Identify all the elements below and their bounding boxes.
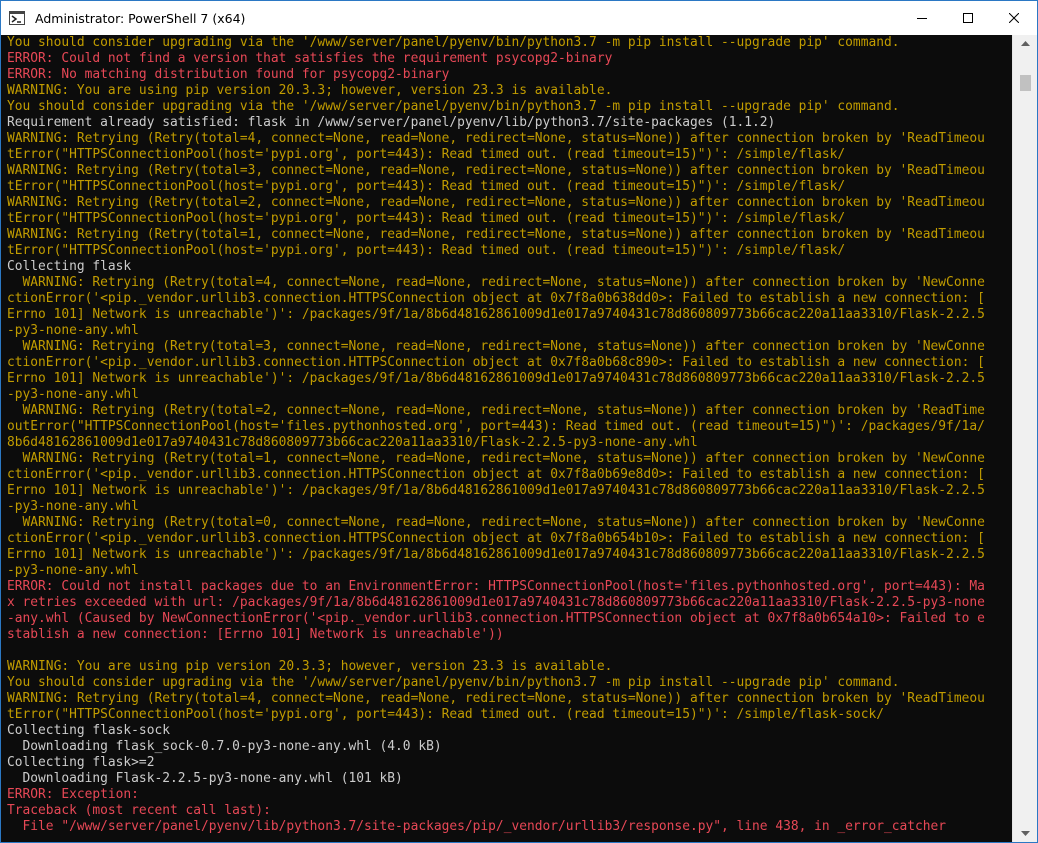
- scroll-up-arrow-icon: [1020, 41, 1030, 46]
- console-line: outError("HTTPSConnectionPool(host='file…: [7, 419, 985, 434]
- console-line: tError("HTTPSConnectionPool(host='pypi.o…: [7, 243, 846, 258]
- maximize-button[interactable]: [945, 1, 991, 35]
- scroll-up-button[interactable]: [1013, 35, 1037, 52]
- console-line: Traceback (most recent call last):: [7, 803, 271, 818]
- console-line: Downloading Flask-2.2.5-py3-none-any.whl…: [7, 771, 403, 786]
- console-line: ERROR: Exception:: [7, 787, 139, 802]
- console-line: You should consider upgrading via the '/…: [7, 35, 900, 50]
- console-line: WARNING: Retrying (Retry(total=0, connec…: [7, 515, 985, 530]
- maximize-icon: [963, 13, 973, 23]
- console-line: Collecting flask-sock: [7, 723, 170, 738]
- scroll-down-arrow-icon: [1020, 831, 1030, 836]
- console-line: Collecting flask: [7, 259, 132, 274]
- title-bar[interactable]: Administrator: PowerShell 7 (x64): [1, 1, 1037, 35]
- console-line: x retries exceeded with url: /packages/9…: [7, 595, 985, 610]
- console-line: Collecting flask>=2: [7, 755, 155, 770]
- console-line: WARNING: Retrying (Retry(total=1, connec…: [7, 227, 985, 242]
- console-line: -py3-none-any.whl: [7, 387, 139, 402]
- console-line: WARNING: Retrying (Retry(total=4, connec…: [7, 131, 985, 146]
- console-line: Errno 101] Network is unreachable')': /p…: [7, 307, 985, 322]
- console-line: Errno 101] Network is unreachable')': /p…: [7, 547, 985, 562]
- minimize-icon: [917, 18, 927, 19]
- console-output[interactable]: You should consider upgrading via the '/…: [1, 35, 1013, 842]
- console-line: tError("HTTPSConnectionPool(host='pypi.o…: [7, 179, 846, 194]
- close-icon: [1009, 13, 1019, 23]
- console-line: ERROR: Could not install packages due to…: [7, 579, 985, 594]
- console-line: WARNING: Retrying (Retry(total=1, connec…: [7, 451, 985, 466]
- console-line: WARNING: You are using pip version 20.3.…: [7, 659, 613, 674]
- console-line: ctionError('<pip._vendor.urllib3.connect…: [7, 531, 985, 546]
- console-line: WARNING: You are using pip version 20.3.…: [7, 83, 613, 98]
- scroll-down-button[interactable]: [1013, 825, 1037, 842]
- console-line: Errno 101] Network is unreachable')': /p…: [7, 483, 985, 498]
- console-line: You should consider upgrading via the '/…: [7, 675, 900, 690]
- powershell-icon[interactable]: [9, 10, 25, 26]
- console-line: tError("HTTPSConnectionPool(host='pypi.o…: [7, 211, 846, 226]
- console-line: -py3-none-any.whl: [7, 563, 139, 578]
- close-button[interactable]: [991, 1, 1037, 35]
- minimize-button[interactable]: [899, 1, 945, 35]
- console-line: WARNING: Retrying (Retry(total=2, connec…: [7, 195, 985, 210]
- console-line: -py3-none-any.whl: [7, 323, 139, 338]
- console-line: WARNING: Retrying (Retry(total=4, connec…: [7, 691, 985, 706]
- console-line: Requirement already satisfied: flask in …: [7, 115, 776, 130]
- console-line: ctionError('<pip._vendor.urllib3.connect…: [7, 291, 985, 306]
- scrollbar-thumb[interactable]: [1020, 75, 1031, 91]
- console-line: ctionError('<pip._vendor.urllib3.connect…: [7, 355, 985, 370]
- console-line: WARNING: Retrying (Retry(total=4, connec…: [7, 275, 985, 290]
- console-line: ctionError('<pip._vendor.urllib3.connect…: [7, 467, 985, 482]
- console-line: -any.whl (Caused by NewConnectionError('…: [7, 611, 985, 626]
- console-line: 8b6d48162861009d1e017a9740431c78d8608097…: [7, 435, 698, 450]
- console-line: WARNING: Retrying (Retry(total=2, connec…: [7, 403, 985, 418]
- console-line: ERROR: No matching distribution found fo…: [7, 67, 450, 82]
- console-line: Errno 101] Network is unreachable')': /p…: [7, 371, 985, 386]
- powershell-window: Administrator: PowerShell 7 (x64) You sh…: [0, 0, 1038, 843]
- console-line: File "/www/server/panel/pyenv/lib/python…: [7, 819, 947, 834]
- console-line: -py3-none-any.whl: [7, 499, 139, 514]
- window-title: Administrator: PowerShell 7 (x64): [35, 10, 246, 26]
- console-line: stablish a new connection: [Errno 101] N…: [7, 627, 504, 642]
- console-line: Downloading flask_sock-0.7.0-py3-none-an…: [7, 739, 442, 754]
- console-line: tError("HTTPSConnectionPool(host='pypi.o…: [7, 707, 884, 722]
- vertical-scrollbar[interactable]: [1012, 35, 1037, 842]
- console-line: You should consider upgrading via the '/…: [7, 99, 900, 114]
- console-line: ERROR: Could not find a version that sat…: [7, 51, 613, 66]
- console-line: tError("HTTPSConnectionPool(host='pypi.o…: [7, 147, 846, 162]
- console-line: WARNING: Retrying (Retry(total=3, connec…: [7, 163, 985, 178]
- console-line: WARNING: Retrying (Retry(total=3, connec…: [7, 339, 985, 354]
